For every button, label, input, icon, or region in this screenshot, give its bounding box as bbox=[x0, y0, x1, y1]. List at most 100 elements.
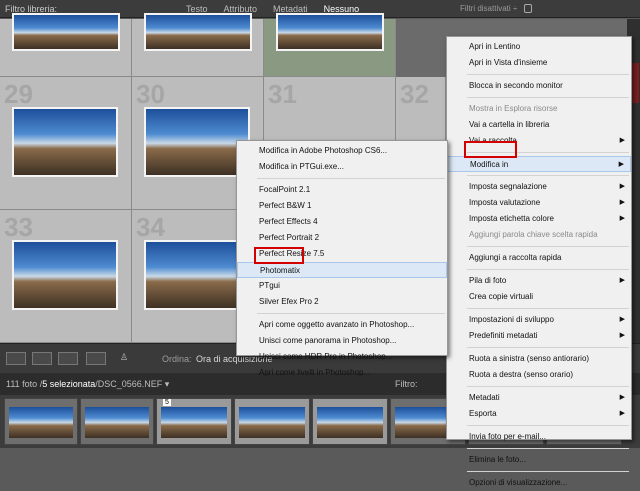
grid-cell-number: 29 bbox=[4, 79, 33, 109]
photo-thumbnail[interactable] bbox=[276, 13, 384, 51]
context-menu-item-invia-foto-per-e-mail[interactable]: Invia foto per e-mail... bbox=[447, 429, 631, 445]
context-menu-item-apri-in-lentino[interactable]: Apri in Lentino bbox=[447, 39, 631, 55]
submenu-item-unisci-come-panorama-in-photoshop[interactable]: Unisci come panorama in Photoshop... bbox=[237, 333, 447, 349]
context-menu-item-metadati[interactable]: Metadati ▶ bbox=[447, 390, 631, 406]
grid-cell-number: 30 bbox=[136, 79, 165, 109]
context-menu-item-aggiungi-a-raccolta-rapida[interactable]: Aggiungi a raccolta rapida bbox=[447, 250, 631, 266]
filmstrip-thumb-selected[interactable] bbox=[234, 398, 310, 445]
menu-item-label: Blocca in secondo monitor bbox=[469, 81, 563, 90]
loupe-view-icon[interactable] bbox=[32, 352, 52, 365]
menu-item-label: Elimina le foto... bbox=[469, 455, 526, 464]
grid-cell-selected[interactable] bbox=[264, 13, 396, 77]
grid-cell[interactable] bbox=[132, 13, 264, 77]
filter-option-text[interactable]: Testo bbox=[178, 4, 216, 14]
menu-item-label: Silver Efex Pro 2 bbox=[259, 297, 319, 306]
menu-separator bbox=[467, 97, 629, 98]
photo-thumbnail[interactable] bbox=[144, 240, 250, 310]
filmstrip-thumb-selected[interactable] bbox=[312, 398, 388, 445]
context-menu-item-elimina-le-foto[interactable]: Elimina le foto... bbox=[447, 452, 631, 468]
menu-separator bbox=[257, 313, 445, 314]
menu-item-label: Esporta bbox=[469, 409, 497, 418]
menu-item-label: Photomatix bbox=[260, 266, 301, 275]
grid-cell[interactable] bbox=[0, 13, 132, 77]
menu-item-label: Crea copie virtuali bbox=[469, 292, 534, 301]
submenu-arrow-icon: ▶ bbox=[619, 199, 625, 206]
highlight-photomatix bbox=[254, 247, 304, 264]
menu-item-label: Aggiungi parola chiave scelta rapida bbox=[469, 230, 598, 239]
menu-separator bbox=[467, 448, 629, 449]
filter-option-metadata[interactable]: Metadati bbox=[265, 4, 316, 14]
menu-separator bbox=[467, 308, 629, 309]
submenu-item-perfect-b-w-1[interactable]: Perfect B&W 1 bbox=[237, 198, 447, 214]
context-menu-item-opzioni-di-visualizzazione[interactable]: Opzioni di visualizzazione... bbox=[447, 475, 631, 491]
menu-item-label: Modifica in PTGui.exe... bbox=[259, 162, 344, 171]
grid-cell[interactable]: 33 bbox=[0, 210, 132, 343]
menu-item-label: PTgui bbox=[259, 281, 280, 290]
photo-thumbnail[interactable] bbox=[12, 13, 120, 51]
painter-icon[interactable]: ♙ bbox=[120, 352, 132, 365]
menu-item-label: Ruota a destra (senso orario) bbox=[469, 370, 574, 379]
context-menu-item-ruota-a-destra-senso-orario[interactable]: Ruota a destra (senso orario) bbox=[447, 367, 631, 383]
photo-thumbnail[interactable] bbox=[12, 107, 118, 177]
menu-separator bbox=[467, 386, 629, 387]
context-menu-item-blocca-in-secondo-monitor[interactable]: Blocca in secondo monitor bbox=[447, 78, 631, 94]
grid-cell[interactable]: 29 bbox=[0, 77, 132, 210]
menu-separator bbox=[467, 175, 629, 176]
highlight-edit-in bbox=[464, 141, 517, 158]
menu-item-label: Perfect B&W 1 bbox=[259, 201, 312, 210]
grid-cell-number: 33 bbox=[4, 212, 33, 242]
compare-view-icon[interactable] bbox=[58, 352, 78, 365]
context-menu-item-modifica-in[interactable]: Modifica in ▶ bbox=[447, 156, 631, 172]
current-file[interactable]: /DSC_0566.NEF ▾ bbox=[95, 379, 169, 390]
context-menu-item-pila-di-foto[interactable]: Pila di foto ▶ bbox=[447, 273, 631, 289]
menu-item-label: Ruota a sinistra (senso antiorario) bbox=[469, 354, 590, 363]
context-menu-item-ruota-a-sinistra-senso-antiorario[interactable]: Ruota a sinistra (senso antiorario) bbox=[447, 351, 631, 367]
menu-separator bbox=[257, 178, 445, 179]
grid-view-icon[interactable] bbox=[6, 352, 26, 365]
filters-state-dropdown[interactable]: Filtri disattivati ÷ bbox=[460, 4, 517, 13]
menu-separator bbox=[467, 425, 629, 426]
filter-option-attribute[interactable]: Attributo bbox=[216, 4, 266, 14]
menu-item-label: Opzioni di visualizzazione... bbox=[469, 478, 568, 487]
survey-view-icon[interactable] bbox=[86, 352, 106, 365]
submenu-item-ptgui[interactable]: PTgui bbox=[237, 278, 447, 294]
submenu-item-perfect-portrait-2[interactable]: Perfect Portrait 2 bbox=[237, 230, 447, 246]
context-menu-item-imposta-segnalazione[interactable]: Imposta segnalazione ▶ bbox=[447, 179, 631, 195]
submenu-item-modifica-in-adobe-photoshop-cs6[interactable]: Modifica in Adobe Photoshop CS6... bbox=[237, 143, 447, 159]
context-menu-item-imposta-etichetta-colore[interactable]: Imposta etichetta colore ▶ bbox=[447, 211, 631, 227]
grid-cell-number: 34 bbox=[136, 212, 165, 242]
context-menu-item-crea-copie-virtuali[interactable]: Crea copie virtuali bbox=[447, 289, 631, 305]
selection-count: 5 selezionata bbox=[42, 379, 96, 389]
context-menu: Apri in Lentino Apri in Vista d'insieme Bl… bbox=[446, 36, 632, 487]
menu-item-label: Invia foto per e-mail... bbox=[469, 432, 546, 441]
menu-item-label: Imposta etichetta colore bbox=[469, 214, 554, 223]
context-menu-item-imposta-valutazione[interactable]: Imposta valutazione ▶ bbox=[447, 195, 631, 211]
context-menu-item-vai-a-cartella-in-libreria[interactable]: Vai a cartella in libreria bbox=[447, 117, 631, 133]
menu-item-label: Vai a cartella in libreria bbox=[469, 120, 550, 129]
submenu-item-unisci-come-hdr-pro-in-photoshop[interactable]: Unisci come HDR Pro in Photoshop... bbox=[237, 349, 447, 365]
submenu-item-focalpoint-2-1[interactable]: FocalPoint 2.1 bbox=[237, 182, 447, 198]
filmstrip-thumb[interactable] bbox=[80, 398, 154, 445]
context-menu-item-esporta[interactable]: Esporta ▶ bbox=[447, 406, 631, 422]
context-menu-item-mostra-in-esplora-risorse: Mostra in Esplora risorse bbox=[447, 101, 631, 117]
menu-item-label: Impostazioni di sviluppo bbox=[469, 315, 554, 324]
menu-item-label: Apri in Vista d'insieme bbox=[469, 58, 548, 67]
photo-thumbnail[interactable] bbox=[144, 13, 252, 51]
photo-thumbnail[interactable] bbox=[12, 240, 118, 310]
lock-icon[interactable] bbox=[524, 4, 532, 13]
menu-item-label: FocalPoint 2.1 bbox=[259, 185, 311, 194]
context-menu-item-impostazioni-di-sviluppo[interactable]: Impostazioni di sviluppo ▶ bbox=[447, 312, 631, 328]
photo-thumbnail[interactable] bbox=[144, 107, 250, 177]
submenu-item-apri-come-oggetto-avanzato-in-photoshop[interactable]: Apri come oggetto avanzato in Photoshop.… bbox=[237, 317, 447, 333]
context-menu-item-apri-in-vista-d-insieme[interactable]: Apri in Vista d'insieme bbox=[447, 55, 631, 71]
filter-option-none[interactable]: Nessuno bbox=[316, 4, 368, 14]
submenu-item-modifica-in-ptgui-exe[interactable]: Modifica in PTGui.exe... bbox=[237, 159, 447, 175]
menu-separator bbox=[467, 269, 629, 270]
submenu-item-perfect-effects-4[interactable]: Perfect Effects 4 bbox=[237, 214, 447, 230]
filmstrip-thumb-selected[interactable]: 5 bbox=[156, 398, 232, 445]
submenu-item-photomatix[interactable]: Photomatix bbox=[237, 262, 447, 278]
context-menu-item-predefiniti-metadati[interactable]: Predefiniti metadati ▶ bbox=[447, 328, 631, 344]
filmstrip-thumb[interactable] bbox=[4, 398, 78, 445]
submenu-item-apri-come-livelli-in-photoshop[interactable]: Apri come livelli in Photoshop... bbox=[237, 365, 447, 381]
submenu-item-silver-efex-pro-2[interactable]: Silver Efex Pro 2 bbox=[237, 294, 447, 310]
